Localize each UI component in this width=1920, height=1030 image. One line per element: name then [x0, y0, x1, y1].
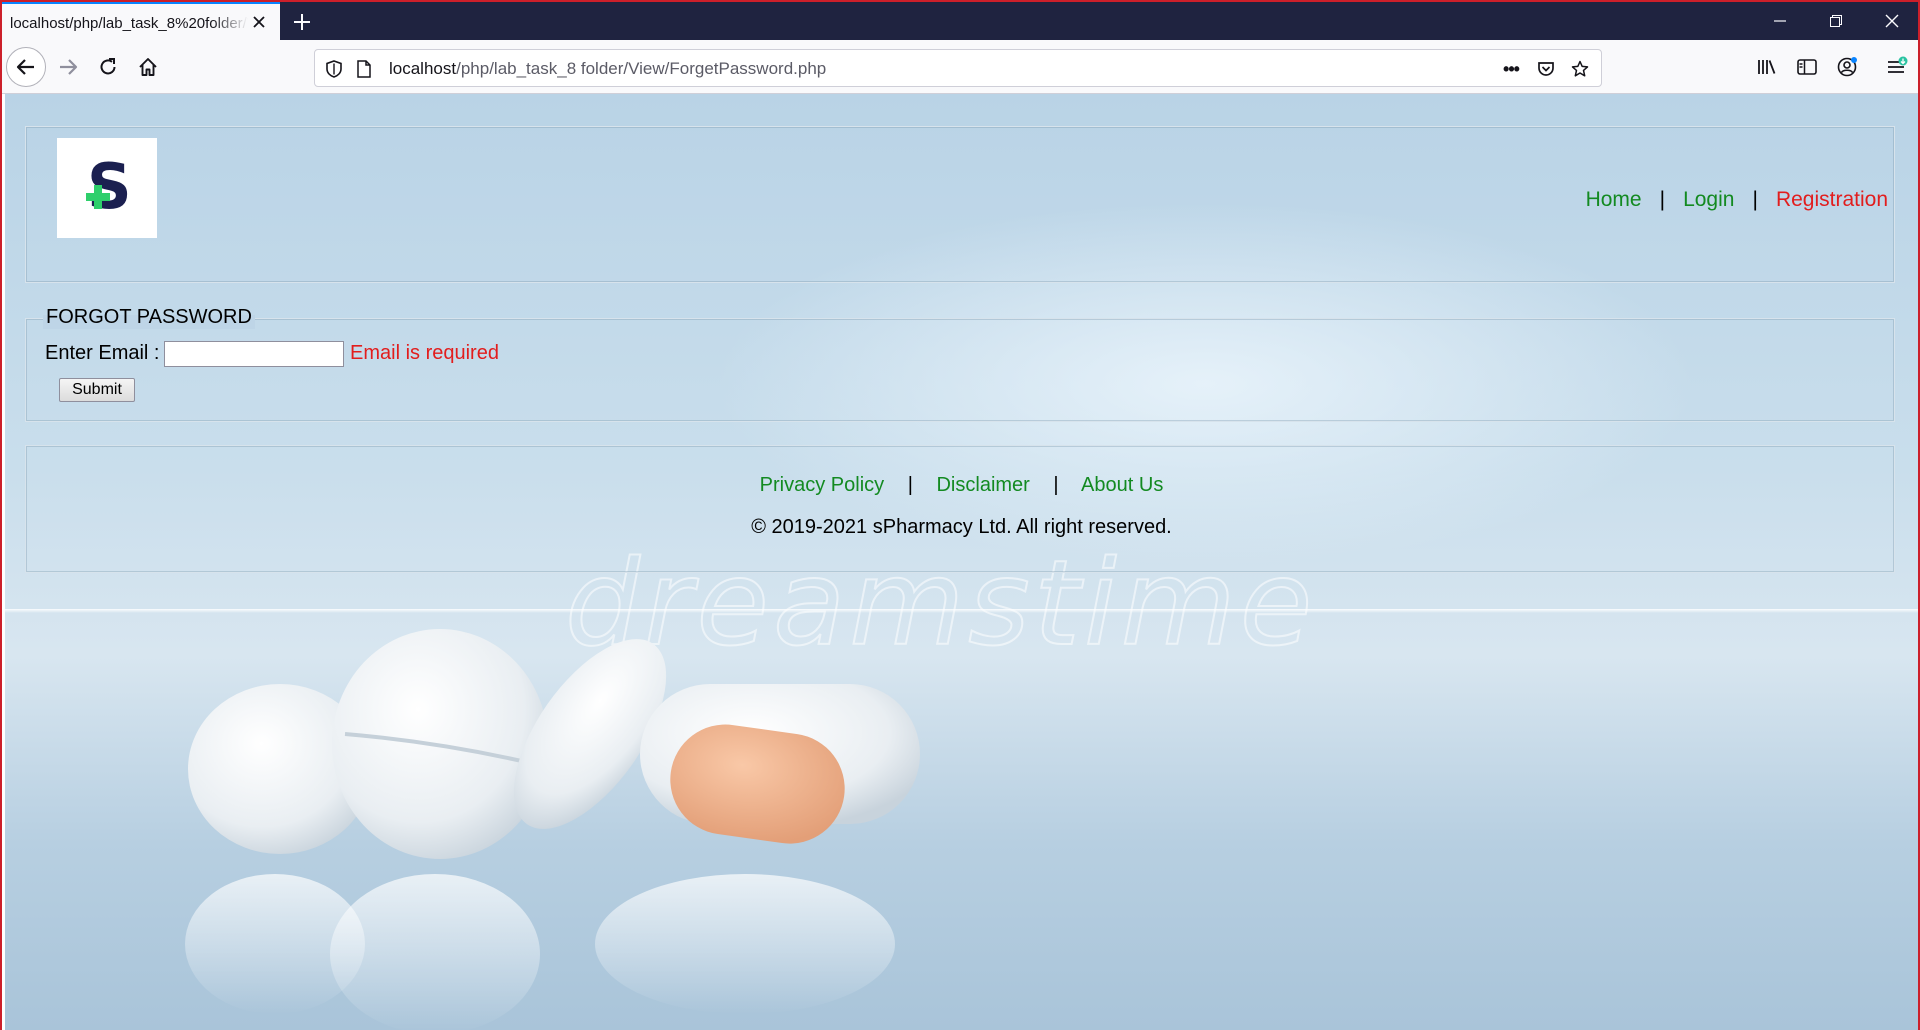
email-error-message: Email is required	[350, 342, 499, 364]
tracking-shield-icon[interactable]	[323, 58, 345, 80]
pocket-icon[interactable]	[1535, 58, 1557, 80]
url-path: /php/lab_task_8 folder/View/ForgetPasswo…	[456, 59, 827, 78]
top-nav: Home | Login | Registration	[1586, 188, 1888, 212]
nav-login-link[interactable]: Login	[1683, 188, 1734, 212]
nav-separator: |	[1659, 188, 1666, 211]
nav-home-link[interactable]: Home	[1586, 188, 1642, 212]
close-tab-icon[interactable]	[250, 13, 268, 31]
page-actions-icon[interactable]: •••	[1500, 58, 1522, 80]
active-tab[interactable]: localhost/php/lab_task_8%20folder/View/F…	[2, 2, 280, 42]
footer-separator: |	[1053, 474, 1059, 496]
url-bar[interactable]: localhost/php/lab_task_8 folder/View/For…	[314, 49, 1602, 87]
tab-strip: localhost/php/lab_task_8%20folder/View/F…	[2, 2, 1918, 42]
privacy-policy-link[interactable]: Privacy Policy	[760, 474, 884, 496]
page-info-icon[interactable]	[353, 58, 375, 80]
home-icon[interactable]	[130, 49, 166, 85]
library-icon[interactable]	[1749, 49, 1785, 85]
nav-separator: |	[1752, 188, 1758, 211]
footer-box	[25, 445, 1895, 573]
copyright-text: © 2019-2021 sPharmacy Ltd. All right res…	[751, 516, 1172, 538]
nav-toolbar: localhost/php/lab_task_8 folder/View/For…	[2, 40, 1918, 94]
footer-separator: |	[907, 474, 913, 496]
restore-icon[interactable]	[1808, 2, 1864, 40]
svg-text:S: S	[87, 150, 132, 223]
forgot-password-fieldset	[25, 318, 1895, 422]
sidebar-icon[interactable]	[1789, 49, 1825, 85]
new-tab-icon[interactable]	[290, 10, 314, 34]
bookmark-star-icon[interactable]	[1569, 58, 1591, 80]
nav-registration-link[interactable]: Registration	[1776, 188, 1888, 212]
url-text: localhost/php/lab_task_8 folder/View/For…	[389, 59, 826, 79]
browser-window: localhost/php/lab_task_8%20folder/View/F…	[2, 2, 1918, 1030]
back-icon[interactable]	[6, 47, 46, 87]
footer-links: Privacy Policy | Disclaimer | About Us	[5, 474, 1918, 497]
disclaimer-link[interactable]: Disclaimer	[936, 474, 1029, 496]
account-icon[interactable]	[1829, 49, 1865, 85]
submit-button[interactable]: Submit	[59, 378, 135, 402]
url-host: localhost	[389, 59, 457, 78]
email-input[interactable]	[164, 341, 344, 367]
minimize-icon[interactable]	[1752, 2, 1808, 40]
about-us-link[interactable]: About Us	[1081, 474, 1163, 496]
page-viewport: dreamstime S S Home | Login | Registrati…	[5, 94, 1918, 1030]
forward-icon[interactable]	[50, 49, 86, 85]
email-label: Enter Email :	[45, 342, 160, 364]
form-legend: FORGOT PASSWORD	[43, 306, 255, 329]
menu-icon[interactable]	[1879, 49, 1915, 85]
reload-icon[interactable]	[90, 49, 126, 85]
tab-title: localhost/php/lab_task_8%20folder/View/F…	[10, 14, 248, 32]
close-window-icon[interactable]	[1864, 2, 1918, 40]
site-logo[interactable]: S S	[57, 138, 157, 238]
pills-image	[185, 629, 920, 1030]
